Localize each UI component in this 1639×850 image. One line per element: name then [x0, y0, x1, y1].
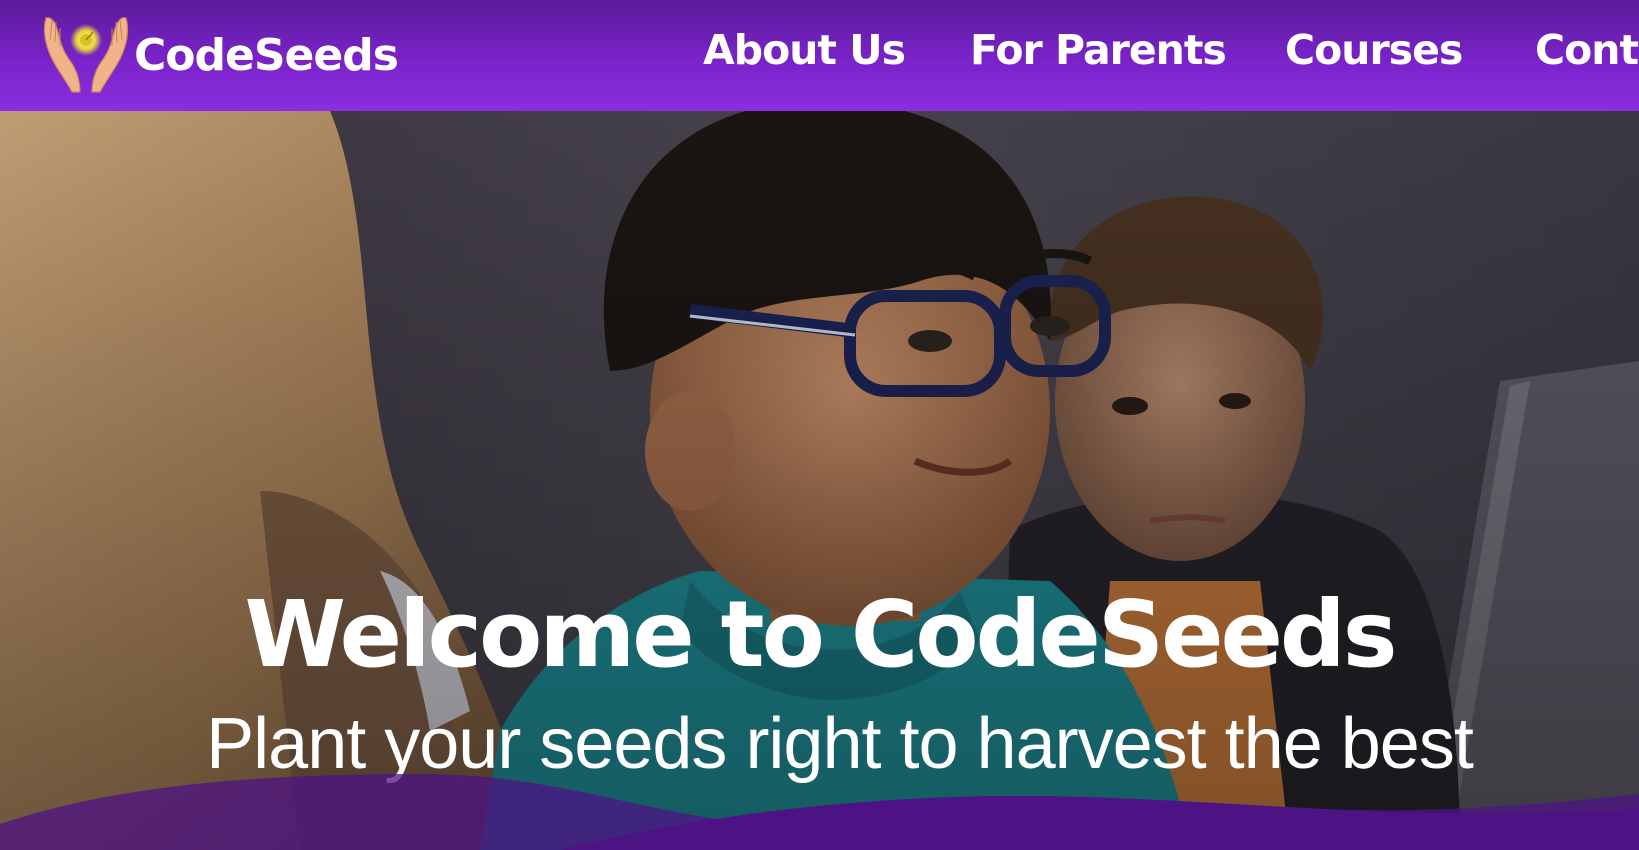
nav-for-parents[interactable]: For Parents: [970, 26, 1227, 74]
hero-title: Welcome to CodeSeeds: [244, 581, 1397, 688]
hero-section: Welcome to CodeSeeds Plant your seeds ri…: [0, 111, 1639, 850]
decorative-wave: [0, 774, 1639, 850]
top-navbar: CodeSeeds About Us For Parents Courses C…: [0, 0, 1639, 111]
nav-courses[interactable]: Courses: [1285, 26, 1463, 74]
nav-about-us[interactable]: About Us: [703, 26, 906, 74]
nav-contact[interactable]: Cont: [1535, 26, 1639, 74]
main-nav: About Us For Parents Courses Cont: [0, 0, 1639, 111]
